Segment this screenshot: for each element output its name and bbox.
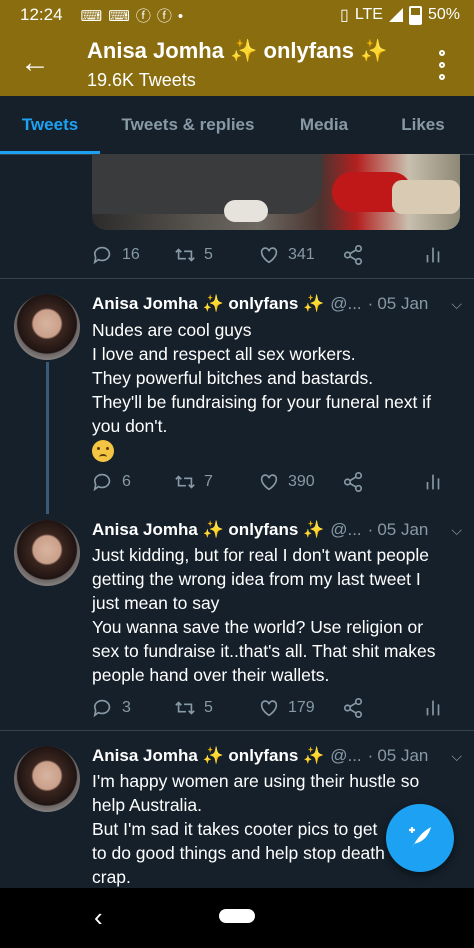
- reply-button[interactable]: 16: [92, 244, 174, 266]
- signal-icon: [388, 8, 403, 22]
- status-bar: 12:24 ⌨⌨ⓕⓕ• ▯ LTE 50%: [0, 0, 474, 30]
- nav-back-icon[interactable]: ‹: [94, 902, 103, 933]
- share-button[interactable]: [342, 244, 422, 266]
- tweet-actions: 16 5 341: [92, 244, 452, 266]
- retweet-button[interactable]: 7: [174, 471, 258, 493]
- tweet-date: 05 Jan: [377, 520, 429, 539]
- tweet-author-name[interactable]: Anisa Jomha ✨ onlyfans ✨: [92, 520, 324, 540]
- gamepad-icon: ⌨: [108, 7, 136, 25]
- share-icon: [343, 698, 363, 718]
- divider: [0, 730, 474, 731]
- heart-icon: [260, 700, 278, 717]
- heart-icon: [260, 474, 278, 491]
- reply-icon: [93, 699, 111, 718]
- pleading-face-emoji: [92, 440, 114, 462]
- chevron-down-icon[interactable]: ⌵: [451, 748, 462, 765]
- divider: [0, 278, 474, 279]
- tweet-date: 05 Jan: [377, 294, 429, 313]
- like-count: 390: [288, 473, 315, 490]
- nav-home-pill[interactable]: [219, 909, 255, 923]
- tab-media[interactable]: Media: [276, 96, 372, 154]
- profile-header: ← Anisa Jomha ✨ onlyfans ✨ 19.6K Tweets: [0, 30, 474, 96]
- share-icon: [343, 472, 363, 492]
- reply-icon: [93, 246, 111, 265]
- analytics-icon: [426, 474, 440, 490]
- dot-icon: •: [177, 7, 190, 25]
- vibrate-icon: ▯: [340, 7, 349, 24]
- reply-button[interactable]: 6: [92, 471, 174, 493]
- avatar[interactable]: [14, 520, 80, 586]
- network-label: LTE: [354, 6, 383, 23]
- back-arrow-icon[interactable]: ←: [18, 46, 52, 80]
- retweet-button[interactable]: 5: [174, 697, 258, 719]
- reply-count: 3: [122, 699, 131, 716]
- analytics-button[interactable]: [422, 697, 444, 719]
- retweet-icon: [175, 248, 195, 262]
- reply-icon: [93, 473, 111, 492]
- share-button[interactable]: [342, 471, 422, 493]
- tweet-author-name[interactable]: Anisa Jomha ✨ onlyfans ✨: [92, 294, 324, 314]
- tweet-actions: 3 5 179: [92, 697, 452, 719]
- profile-tabs: Tweets Tweets & replies Media Likes: [0, 96, 474, 155]
- tweet-actions: 6 7 390: [92, 471, 452, 493]
- retweet-count: 5: [204, 699, 213, 716]
- gamepad-icon: ⌨: [80, 7, 109, 25]
- share-icon: [343, 245, 363, 265]
- retweet-count: 5: [204, 246, 213, 263]
- analytics-button[interactable]: [422, 471, 444, 493]
- heart-icon: [260, 247, 278, 264]
- tweet-header: Anisa Jomha ✨ onlyfans ✨ @... · 05 Jan ⌵: [92, 746, 462, 766]
- retweet-icon: [175, 701, 195, 715]
- tweet-handle: @...: [330, 520, 362, 539]
- avatar[interactable]: [14, 746, 80, 812]
- tweet-text: Just kidding, but for real I don't want …: [92, 545, 436, 685]
- share-button[interactable]: [342, 697, 422, 719]
- like-button[interactable]: 341: [258, 244, 342, 266]
- reply-count: 16: [122, 246, 140, 263]
- tweet-handle: @...: [330, 294, 362, 313]
- tweet-header: Anisa Jomha ✨ onlyfans ✨ @... · 05 Jan ⌵: [92, 520, 462, 540]
- retweet-icon: [175, 475, 195, 489]
- tweet-author-name[interactable]: Anisa Jomha ✨ onlyfans ✨: [92, 746, 324, 766]
- facebook-icon: ⓕ: [156, 7, 178, 25]
- tweet-handle: @...: [330, 746, 362, 765]
- tweet-header: Anisa Jomha ✨ onlyfans ✨ @... · 05 Jan ⌵: [92, 294, 462, 314]
- battery-percent: 50%: [427, 6, 460, 23]
- like-count: 341: [288, 246, 315, 263]
- system-navigation-bar: ‹: [0, 888, 474, 948]
- analytics-button[interactable]: [422, 244, 444, 266]
- avatar[interactable]: [14, 294, 80, 360]
- reply-count: 6: [122, 473, 131, 490]
- chevron-down-icon[interactable]: ⌵: [451, 296, 462, 313]
- tab-tweets[interactable]: Tweets: [0, 96, 100, 154]
- battery-icon: [408, 5, 422, 25]
- compose-tweet-button[interactable]: [386, 804, 454, 872]
- tweet-date: 05 Jan: [377, 746, 429, 765]
- retweet-button[interactable]: 5: [174, 244, 258, 266]
- retweet-count: 7: [204, 473, 213, 490]
- analytics-icon: [426, 700, 440, 716]
- like-button[interactable]: 179: [258, 697, 342, 719]
- like-button[interactable]: 390: [258, 471, 342, 493]
- tweet-count: 19.6K Tweets: [87, 70, 196, 90]
- chevron-down-icon[interactable]: ⌵: [451, 522, 462, 539]
- compose-feather-icon: [409, 827, 431, 849]
- thread-line: [46, 362, 49, 514]
- tweet-text: Nudes are cool guys I love and respect a…: [92, 318, 452, 468]
- profile-name: Anisa Jomha ✨ onlyfans ✨: [87, 38, 388, 63]
- tweet-media-image[interactable]: [92, 154, 460, 230]
- tab-likes[interactable]: Likes: [372, 96, 474, 154]
- more-options-icon[interactable]: [432, 50, 452, 80]
- tab-tweets-replies[interactable]: Tweets & replies: [100, 96, 276, 154]
- notification-icons: ⌨⌨ⓕⓕ•: [81, 5, 190, 26]
- like-count: 179: [288, 699, 315, 716]
- reply-button[interactable]: 3: [92, 697, 174, 719]
- analytics-icon: [426, 247, 440, 263]
- status-time: 12:24: [20, 5, 63, 24]
- facebook-icon: ⓕ: [135, 7, 157, 25]
